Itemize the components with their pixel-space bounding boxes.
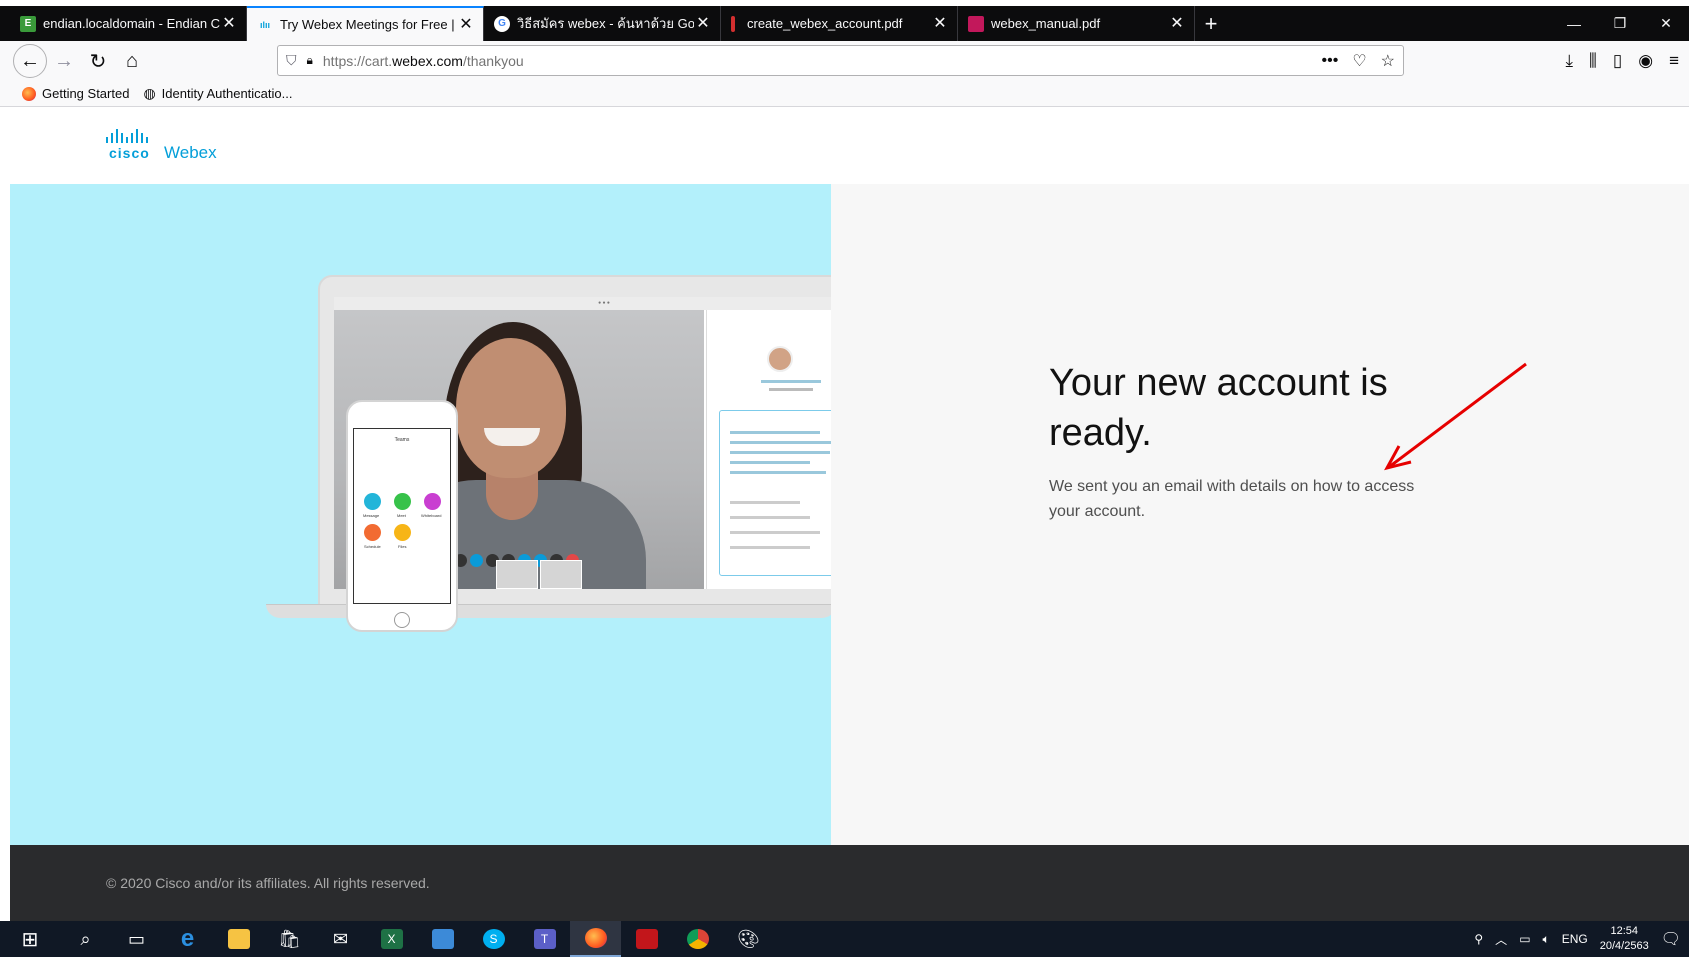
bookmark-label: Identity Authenticatio...: [161, 86, 293, 101]
store-icon[interactable]: 🛍︎: [264, 921, 315, 957]
phone-illustration: Teams Message Meet Whiteboard Schedule F…: [346, 400, 458, 632]
account-icon[interactable]: ◉: [1638, 51, 1653, 71]
endian-icon: E: [20, 15, 36, 32]
bookmark-getting-started[interactable]: Getting Started: [22, 86, 129, 101]
system-tray: ⚲ ︿ ▭ 🔈︎ ENG 12:54 20/4/2563 🗨︎: [1474, 921, 1689, 957]
close-icon[interactable]: ✕: [931, 15, 949, 33]
page-footer: © 2020 Cisco and/or its affiliates. All …: [10, 845, 1689, 921]
close-icon[interactable]: ✕: [694, 15, 712, 33]
screen: E endian.localdomain - Endian C ✕ ılıı T…: [0, 0, 1689, 957]
mail-icon[interactable]: ✉: [315, 921, 366, 957]
library-icon[interactable]: ⫼: [1589, 51, 1597, 71]
excel-icon[interactable]: X: [366, 921, 417, 957]
acrobat-icon[interactable]: [621, 921, 672, 957]
file-explorer-icon[interactable]: [213, 921, 264, 957]
phone-button-label: Meet: [397, 513, 406, 518]
firefox-taskbar-icon[interactable]: [570, 921, 621, 957]
toolbar-right: ⤓ ⫼ ▯ ◉ ≡: [1566, 41, 1689, 81]
url-domain: webex.com: [392, 52, 463, 69]
menu-icon[interactable]: ≡: [1669, 51, 1679, 71]
phone-title: Teams: [394, 437, 410, 443]
back-button[interactable]: ←: [13, 44, 47, 78]
tab-title: endian.localdomain - Endian C: [43, 16, 220, 31]
restore-icon[interactable]: ❐: [1597, 6, 1643, 41]
new-tab-button[interactable]: +: [1195, 6, 1227, 41]
tab-title: create_webex_account.pdf: [747, 16, 903, 31]
cisco-webex-logo[interactable]: cisco Webex: [104, 129, 234, 169]
hero-illustration-panel: ● ● ● Teams Message Meet Whiteboard Sche…: [10, 184, 831, 845]
people-icon[interactable]: ⚲: [1474, 932, 1483, 946]
home-button[interactable]: ⌂: [115, 44, 149, 78]
url-path: /thankyou: [462, 52, 524, 69]
tab-title: webex_manual.pdf: [991, 16, 1101, 31]
shield-icon[interactable]: ⛉: [286, 52, 297, 69]
remote-desktop-icon[interactable]: [417, 921, 468, 957]
cisco-icon: ılıı: [259, 19, 270, 30]
tab-webex[interactable]: ılıı Try Webex Meetings for Free | = ✕: [247, 6, 484, 41]
tab-google[interactable]: G วิธีสมัคร webex - ค้นหาด้วย Goog ✕: [484, 6, 721, 41]
logo-cisco: cisco: [109, 145, 150, 161]
windows-taskbar: ⊞ ⌕ ▭ e 🛍︎ ✉ X S T 🎨︎ ⚲ ︿ ▭ 🔈︎ ENG 12:54…: [0, 921, 1689, 957]
phone-button-label: Schedule: [364, 544, 381, 549]
bookmarks-bar: Getting Started ◍ Identity Authenticatio…: [0, 81, 1689, 107]
tab-title: วิธีสมัคร webex - ค้นหาด้วย Goog: [517, 16, 694, 31]
tab-strip: E endian.localdomain - Endian C ✕ ılıı T…: [0, 0, 1689, 41]
confirmation-panel: Your new account is ready. We sent you a…: [831, 184, 1689, 845]
windows-start-icon[interactable]: ⊞: [0, 921, 60, 957]
pdf-icon: [968, 15, 984, 32]
reload-button[interactable]: ↻: [81, 44, 115, 78]
edge-icon[interactable]: e: [162, 921, 213, 957]
bookmark-label: Getting Started: [42, 86, 130, 101]
window-controls: — ❐ ✕: [1551, 6, 1689, 41]
bookmark-star-icon[interactable]: ☆: [1381, 51, 1395, 71]
paint-icon[interactable]: 🎨︎: [723, 921, 774, 957]
clock[interactable]: 12:54 20/4/2563: [1600, 924, 1649, 954]
close-window-icon[interactable]: ✕: [1643, 6, 1689, 41]
pocket-icon[interactable]: ♡: [1352, 51, 1366, 71]
network-icon[interactable]: ▭: [1519, 932, 1530, 946]
url-prefix: https://cart.: [322, 52, 393, 69]
search-icon[interactable]: ⌕: [60, 921, 111, 957]
download-icon[interactable]: ⤓: [1566, 51, 1574, 71]
cisco-bars-icon: [106, 129, 234, 143]
close-icon[interactable]: ✕: [457, 16, 475, 34]
tab-manual-pdf[interactable]: webex_manual.pdf ✕: [958, 6, 1195, 41]
chevron-up-icon[interactable]: ︿: [1495, 931, 1507, 948]
task-view-icon[interactable]: ▭: [111, 921, 162, 957]
copyright-text: © 2020 Cisco and/or its affiliates. All …: [106, 875, 430, 891]
chrome-icon[interactable]: [672, 921, 723, 957]
tab-endian[interactable]: E endian.localdomain - Endian C ✕: [10, 6, 247, 41]
phone-button-label: Message: [363, 513, 380, 518]
clock-time: 12:54: [1610, 925, 1638, 937]
page-actions-icon[interactable]: •••: [1322, 52, 1339, 70]
skype-icon[interactable]: S: [468, 921, 519, 957]
phone-button-label: Files: [398, 544, 407, 549]
language-indicator[interactable]: ENG: [1562, 932, 1588, 946]
teams-icon[interactable]: T: [519, 921, 570, 957]
minimize-icon[interactable]: —: [1551, 6, 1597, 41]
page-content: cisco Webex ● ● ● Teams Message Meet Whi…: [0, 107, 1689, 921]
tab-title: Try Webex Meetings for Free | =: [280, 17, 457, 32]
close-icon[interactable]: ✕: [1168, 15, 1186, 33]
pdf-icon: [731, 15, 735, 32]
tab-create-pdf[interactable]: create_webex_account.pdf ✕: [721, 6, 958, 41]
bookmark-identity[interactable]: ◍ Identity Authenticatio...: [143, 85, 292, 102]
close-icon[interactable]: ✕: [220, 15, 238, 33]
volume-icon[interactable]: 🔈︎: [1543, 932, 1550, 947]
url-bar[interactable]: ⛉ 🔒︎ https://cart. webex.com/thankyou •••…: [277, 45, 1404, 76]
lock-icon[interactable]: 🔒︎: [307, 53, 313, 68]
firefox-icon: [22, 86, 36, 101]
contact-sidebar-image: [706, 310, 831, 589]
forward-button[interactable]: →: [47, 44, 81, 78]
phone-button-label: Whiteboard: [421, 513, 442, 518]
logo-webex: Webex: [164, 143, 217, 162]
clock-date: 20/4/2563: [1599, 940, 1649, 952]
globe-icon: ◍: [143, 85, 156, 101]
notification-icon[interactable]: 🗨︎: [1661, 929, 1681, 949]
google-icon: G: [494, 15, 510, 32]
navigation-bar: ← → ↻ ⌂ ⛉ 🔒︎ https://cart. webex.com/than…: [0, 41, 1689, 81]
sidebar-icon[interactable]: ▯: [1613, 51, 1622, 71]
annotation-arrow: [1384, 362, 1527, 471]
